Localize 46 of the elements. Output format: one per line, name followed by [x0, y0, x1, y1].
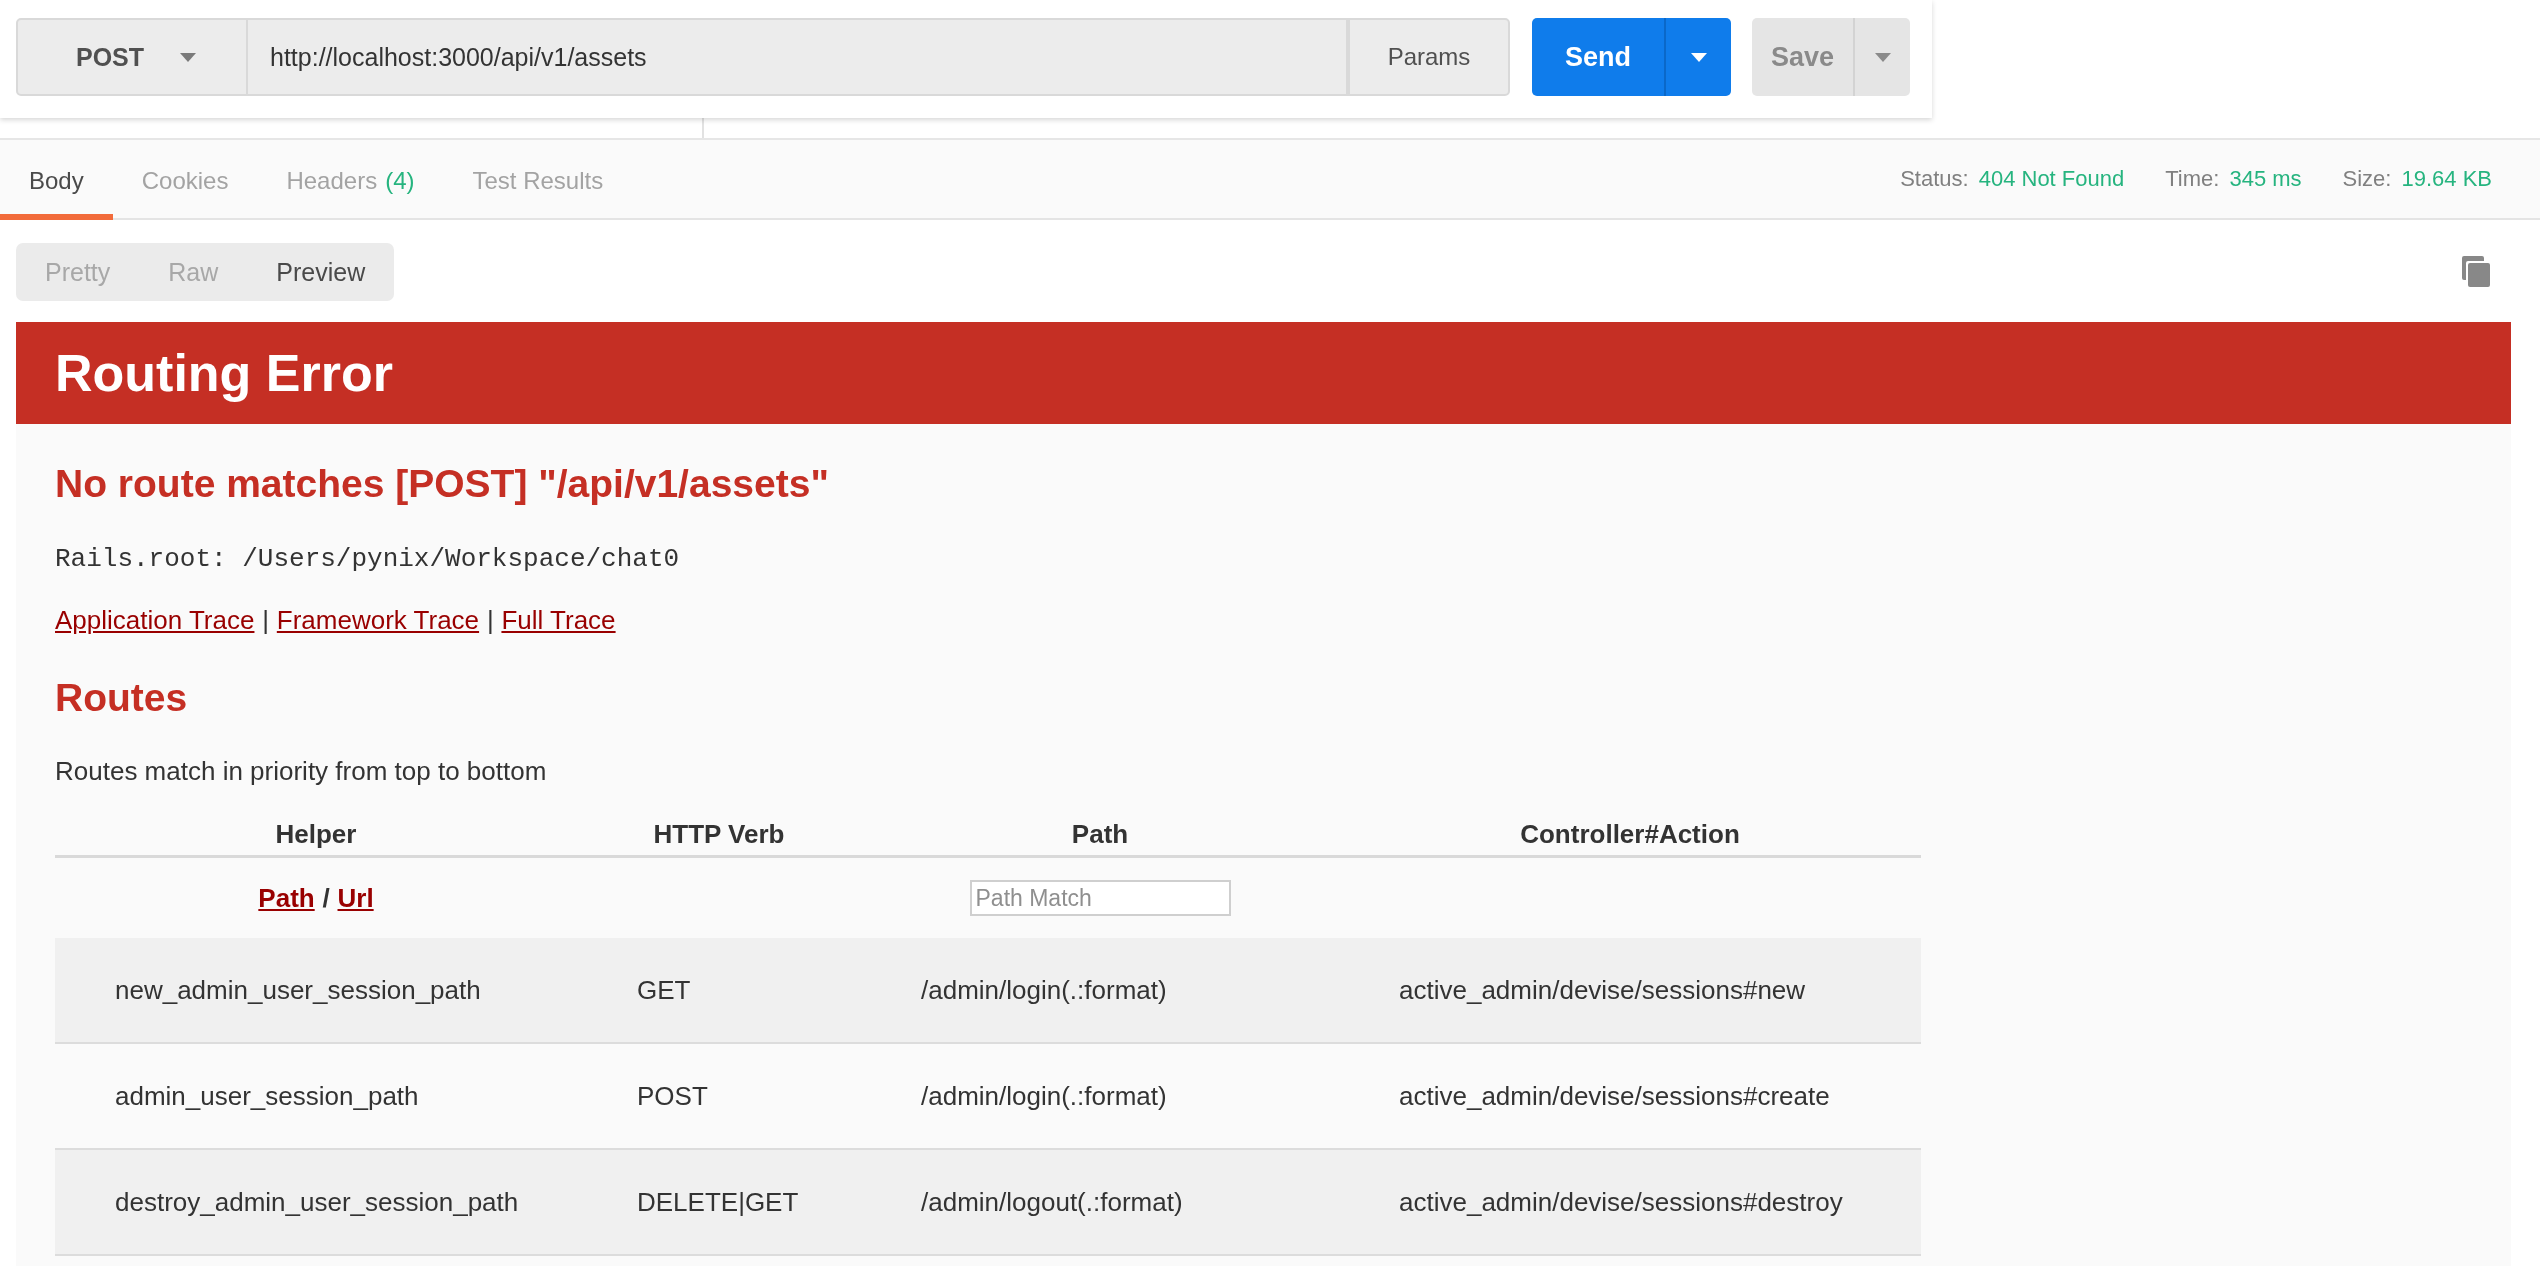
table-cell-text: active_admin/devise/sessions#new	[1398, 974, 1807, 1007]
table-cell-text: DELETE|GET	[636, 1186, 800, 1219]
table-cell-text: admin_user_session_path	[114, 1080, 420, 1113]
table-cell-text: /admin/logout(.:format)	[920, 1186, 1184, 1219]
method-dropdown[interactable]: POST	[16, 18, 248, 96]
error-message: No route matches [POST] "/api/v1/assets"	[55, 461, 829, 507]
params-button[interactable]: Params	[1348, 18, 1510, 96]
separator-text: |	[262, 605, 269, 635]
status-label: Size:	[2342, 166, 2392, 192]
send-options-button[interactable]	[1664, 18, 1731, 96]
table-cell-text: /admin/login(.:format)	[920, 974, 1168, 1007]
status-value: 19.64 KB	[2401, 166, 2492, 192]
url-field[interactable]: http://localhost:3000/api/v1/assets	[248, 18, 1348, 96]
table-cell-text: active_admin/devise/sessions#create	[1398, 1080, 1831, 1113]
routes-note: Routes match in priority from top to bottom	[55, 756, 547, 786]
save-options-button[interactable]	[1853, 18, 1910, 96]
caret-icon	[1874, 52, 1891, 62]
separator-text: |	[486, 605, 494, 635]
column-header: Helper	[274, 818, 358, 851]
column-header: HTTP Verb	[652, 818, 786, 851]
trace-link[interactable]: Full Trace	[501, 605, 616, 635]
path-match-field[interactable]: Path Match	[969, 880, 1231, 916]
table-cell-text: new_admin_user_session_path	[114, 974, 482, 1007]
table-cell-text: POST	[636, 1080, 709, 1113]
routes-heading: Routes	[55, 675, 188, 721]
rails-root-text: Rails.root: /Users/pynix/Workspace/chat0	[55, 544, 680, 574]
table-cell-text: active_admin/devise/sessions#destroy	[1398, 1186, 1844, 1219]
status-value: 404 Not Found	[1978, 166, 2125, 192]
trace-link[interactable]: Application Trace	[55, 605, 255, 635]
column-header: Controller#Action	[1519, 818, 1741, 851]
copy-icon[interactable]	[2462, 256, 2490, 287]
trace-link[interactable]: Framework Trace	[276, 605, 480, 635]
helper-format-link[interactable]: Url	[337, 883, 374, 913]
separator-text: /	[322, 883, 330, 913]
status-label: Status:	[1900, 166, 1969, 192]
table-cell-text: GET	[636, 974, 692, 1007]
caret-icon	[1690, 52, 1707, 62]
table-cell-text: destroy_admin_user_session_path	[114, 1186, 520, 1219]
view-mode-tab[interactable]: Preview	[247, 243, 395, 301]
table-cell-text: /admin/login(.:format)	[920, 1080, 1168, 1113]
send-button[interactable]: Send	[1532, 18, 1664, 96]
status-label: Time:	[2165, 166, 2220, 192]
helper-format-link[interactable]: Path	[258, 883, 315, 913]
status-value: 345 ms	[2229, 166, 2302, 192]
caret-icon	[180, 52, 197, 62]
column-header: Path	[1070, 818, 1130, 851]
